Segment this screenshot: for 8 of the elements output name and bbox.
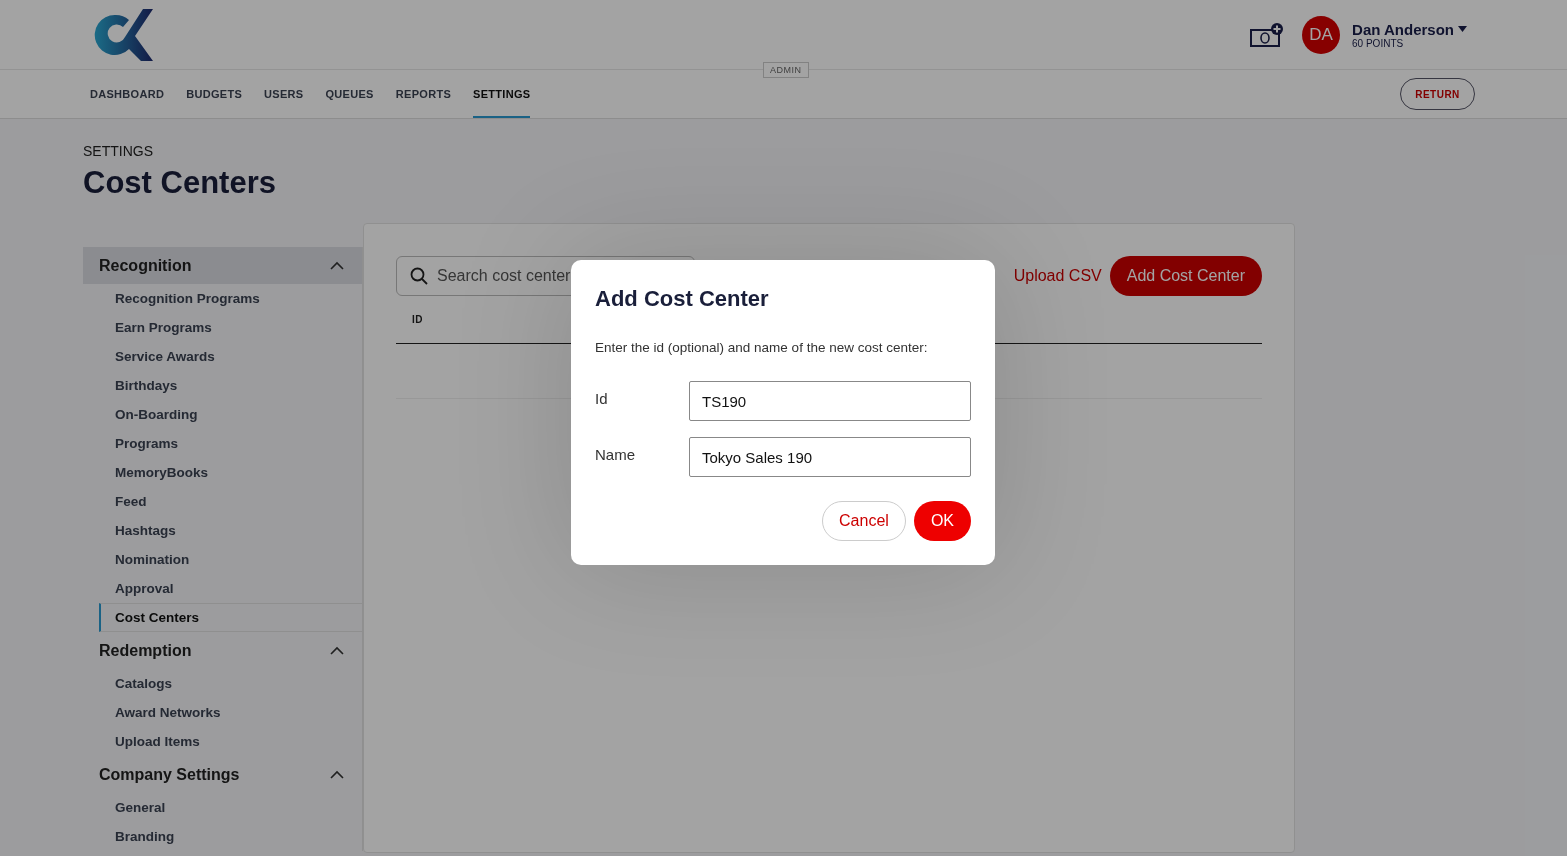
dialog-instructions: Enter the id (optional) and name of the new cost center: xyxy=(595,340,929,355)
breadcrumb: SETTINGS xyxy=(83,143,154,159)
page-title: Cost Centers xyxy=(83,165,277,201)
field-label: Id xyxy=(595,389,609,407)
column-header: ID xyxy=(412,314,423,325)
admin-badge: ADMIN xyxy=(763,62,809,78)
field-label: Name xyxy=(595,445,636,463)
user-points: 60 POINTS xyxy=(1352,37,1405,49)
